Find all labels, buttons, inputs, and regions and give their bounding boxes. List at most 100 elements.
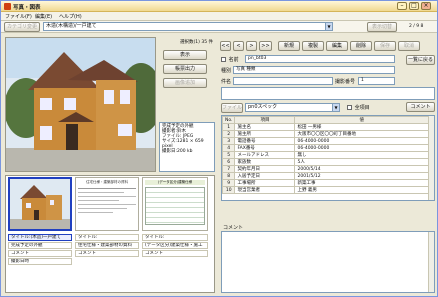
page-count: 2 / 9 8 — [409, 24, 424, 29]
col-header-no: No. — [222, 116, 236, 124]
number-field[interactable]: 1 — [358, 77, 395, 85]
chevron-down-icon[interactable]: ▼ — [325, 23, 332, 30]
type-field[interactable]: 写真 種類 — [233, 66, 395, 74]
table-scrollbar[interactable] — [428, 116, 434, 200]
title-bar: 写真・図表 – □ × — [1, 1, 437, 12]
row-item: 電話番号 — [234, 137, 296, 145]
delete-button[interactable]: 削除 — [350, 41, 372, 51]
row-item: メールアドレス — [234, 151, 296, 159]
thumb-memo: (データ区分)建築仕様・施工 — [142, 242, 208, 249]
table-row[interactable]: 6 家族数 5人 — [222, 158, 429, 166]
row-value[interactable]: 大阪市〇〇区〇〇町丁目番地 — [294, 130, 429, 138]
thumb-comment: コメント — [8, 250, 72, 257]
app-icon — [4, 3, 11, 10]
duplicate-button[interactable]: 複製 — [302, 41, 324, 51]
table-row[interactable]: 4 FAX番号 06-4000-0000 — [222, 144, 429, 152]
file-button[interactable]: ファイル — [221, 103, 243, 113]
cancel-button[interactable]: 取消 — [398, 41, 420, 51]
row-item: 工事場所 — [234, 179, 296, 187]
app-window: 写真・図表 – □ × ファイル(F) 編集(E) ヘルプ(H) カテゴリ変更 … — [0, 0, 438, 297]
row-value[interactable]: 無し — [294, 151, 429, 159]
row-value[interactable]: 松田 一男様 — [294, 123, 429, 131]
table-row[interactable]: 9 工事場所 新築工事 — [222, 179, 429, 187]
chevron-down-icon[interactable]: ▼ — [332, 104, 339, 111]
edit-button[interactable]: 編集 — [326, 41, 348, 51]
row-value[interactable]: 06-4000-0000 — [294, 144, 429, 152]
row-value[interactable]: 2000/5/14 — [294, 165, 429, 173]
table-row[interactable]: 2 施主所 大阪市〇〇区〇〇町丁目番地 — [222, 130, 429, 138]
table-row[interactable]: 7 契約年月日 2000/5/14 — [222, 165, 429, 173]
thumb-memo: 住宅仕様・建築部材の資料 — [75, 242, 139, 249]
maximize-icon[interactable]: □ — [409, 2, 419, 10]
thumbnail-table[interactable]: (データ区分)建築仕様 — [142, 177, 208, 231]
thumb-memo: 完成予定の外観 — [8, 242, 72, 249]
row-value[interactable]: 新築工事 — [294, 179, 429, 187]
name-label: 名前 — [228, 57, 239, 63]
name-checkbox[interactable] — [221, 57, 226, 62]
category-change-button[interactable]: カテゴリ変更 — [4, 22, 40, 32]
menu-help[interactable]: ヘルプ(H) — [59, 13, 82, 20]
row-no: 3 — [222, 137, 236, 145]
table-row[interactable]: 3 電話番号 06-4000-0000 — [222, 137, 429, 145]
close-icon[interactable]: × — [421, 2, 431, 10]
minimize-icon[interactable]: – — [397, 2, 407, 10]
nav-last-button[interactable]: >> — [259, 41, 272, 51]
row-value[interactable]: 上野 義男 — [294, 186, 429, 194]
row-item: 施主所 — [234, 130, 296, 138]
table-row[interactable]: 1 施主名 松田 一男様 — [222, 123, 429, 131]
row-item: 現当営業者 — [234, 186, 296, 194]
row-item: 施主名 — [234, 123, 296, 131]
row-value[interactable]: 06-4000-0000 — [294, 137, 429, 145]
table-row[interactable]: 10 現当営業者 上野 義男 — [222, 186, 429, 194]
new-button[interactable]: 新規 — [278, 41, 300, 51]
subject-field[interactable] — [233, 77, 333, 85]
memo-scrollbar[interactable] — [428, 232, 434, 292]
col-header-item: 項目 — [234, 116, 296, 124]
memo-area[interactable] — [221, 231, 435, 293]
row-value[interactable]: 5人 — [294, 158, 429, 166]
thumbnail-house[interactable] — [8, 177, 72, 231]
info-line: 撮影日:200 kb — [162, 149, 193, 154]
photo-info-box: 完成予定の外観 撮影者:鈴木 ファイル: JPEG サイズ:1281 × 659… — [159, 122, 215, 172]
show-button[interactable]: 表示 — [163, 50, 207, 60]
save-button[interactable]: 保存 — [374, 41, 396, 51]
row-no: 4 — [222, 144, 236, 152]
number-label: 撮影番号 — [335, 79, 356, 85]
name-field[interactable]: pn_bt03 — [245, 55, 395, 63]
all-items-row: 全項目 — [347, 104, 370, 111]
row-no: 8 — [222, 172, 236, 180]
thumb-comment: コメント — [142, 250, 208, 257]
nav-prev-button[interactable]: < — [233, 41, 244, 51]
all-items-checkbox[interactable] — [347, 105, 352, 110]
type-label: 種別 — [221, 68, 232, 74]
comment-button[interactable]: コメント — [406, 102, 435, 112]
info-line: サイズ:1281 × 659 pixel — [162, 139, 204, 149]
thumb-title: タイトル: — [142, 234, 208, 241]
category-select[interactable]: 木造(木構造)/一戸建て ▼ — [43, 22, 333, 31]
description-area[interactable] — [221, 87, 435, 100]
menu-edit[interactable]: 編集(E) — [35, 13, 52, 20]
add-image-button[interactable]: 画像追加 — [163, 78, 207, 88]
thumb-comment: コメント — [75, 250, 139, 257]
window-title: 写真・図表 — [13, 5, 41, 11]
row-no: 2 — [222, 130, 236, 138]
thumb-extra: 撮影日時 — [8, 258, 72, 265]
nav-next-button[interactable]: > — [246, 41, 257, 51]
back-to-list-button[interactable]: 一覧に戻る — [406, 55, 435, 65]
spec-select[interactable]: pn0スペック ▼ — [245, 103, 340, 112]
report-output-button[interactable]: 帳票出力 — [163, 64, 207, 74]
house-thumb-image — [10, 179, 70, 229]
row-value[interactable]: 2001/5/12 — [294, 172, 429, 180]
view-toggle-button[interactable]: 表示切替 — [367, 22, 397, 32]
thumbnail-document[interactable]: 住宅仕様・建築部材の資料 — [75, 177, 139, 231]
row-no: 1 — [222, 123, 236, 131]
table-row[interactable]: 5 メールアドレス 無し — [222, 151, 429, 159]
menu-file[interactable]: ファイル(F) — [5, 13, 32, 20]
attributes-table: No. 項目 値 1 施主名 松田 一男様 2 施主所 大阪市〇〇区〇〇町丁目番地 3電… — [221, 115, 435, 201]
main-photo[interactable] — [5, 37, 156, 172]
doc-thumb-heading: 住宅仕様・建築部材の資料 — [86, 180, 128, 184]
nav-first-button[interactable]: << — [220, 41, 231, 51]
table-row[interactable]: 8 入居予定日 2001/5/12 — [222, 172, 429, 180]
all-items-label: 全項目 — [354, 105, 370, 111]
subject-label: 件名 — [221, 79, 232, 85]
